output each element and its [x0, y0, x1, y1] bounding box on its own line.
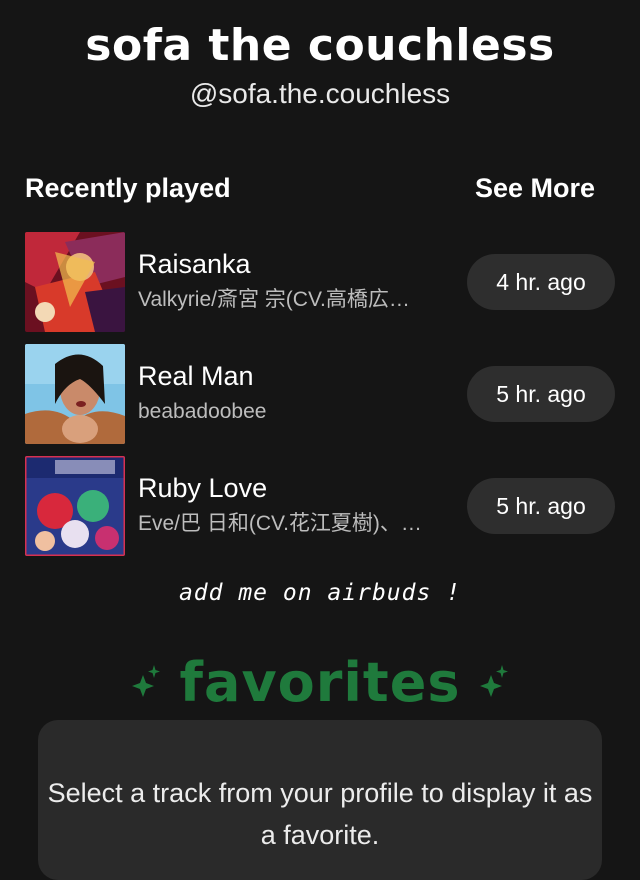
- played-time-badge: 5 hr. ago: [467, 366, 615, 422]
- favorites-header: favorites: [0, 648, 640, 718]
- username-handle: @sofa.the.couchless: [189, 78, 451, 109]
- display-name: sofa the couchless: [85, 20, 555, 71]
- track-row[interactable]: Raisanka Valkyrie/斎宮 宗(CV.高橋広… 4 hr. ago: [25, 232, 615, 344]
- played-time-badge: 5 hr. ago: [467, 478, 615, 534]
- sparkle-icon: [126, 661, 166, 705]
- played-time-badge: 4 hr. ago: [467, 254, 615, 310]
- track-row[interactable]: Real Man beabadoobee 5 hr. ago: [25, 344, 615, 456]
- sparkle-icon: [474, 661, 514, 705]
- see-more-button[interactable]: See More: [475, 173, 595, 204]
- favorite-track-card[interactable]: Select a track from your profile to disp…: [38, 720, 602, 880]
- album-art: [25, 344, 125, 444]
- track-artist: beabadoobee: [138, 400, 267, 423]
- profile-header: sofa the couchless @sofa.the.couchless: [0, 18, 640, 110]
- section-title: Recently played: [25, 172, 231, 203]
- track-title: Ruby Love: [138, 473, 268, 503]
- favorite-empty-message: Select a track from your profile to disp…: [47, 778, 593, 850]
- recent-track-list: Raisanka Valkyrie/斎宮 宗(CV.高橋広… 4 hr. ago…: [25, 232, 615, 568]
- track-row[interactable]: Ruby Love Eve/巴 日和(CV.花江夏樹)、… 5 hr. ago: [25, 456, 615, 568]
- track-info: Real Man beabadoobee: [138, 344, 458, 426]
- track-info: Ruby Love Eve/巴 日和(CV.花江夏樹)、…: [138, 456, 458, 538]
- album-art: [25, 232, 125, 332]
- track-title: Real Man: [138, 361, 254, 391]
- track-title: Raisanka: [138, 249, 251, 279]
- recently-played-header: Recently played See More: [25, 168, 595, 208]
- track-artist: Eve/巴 日和(CV.花江夏樹)、…: [138, 512, 422, 535]
- favorites-title: favorites: [179, 651, 461, 714]
- track-artist: Valkyrie/斎宮 宗(CV.高橋広…: [138, 288, 410, 311]
- track-info: Raisanka Valkyrie/斎宮 宗(CV.高橋広…: [138, 232, 458, 314]
- album-art: [25, 456, 125, 556]
- tagline-text: add me on airbuds !: [178, 580, 462, 606]
